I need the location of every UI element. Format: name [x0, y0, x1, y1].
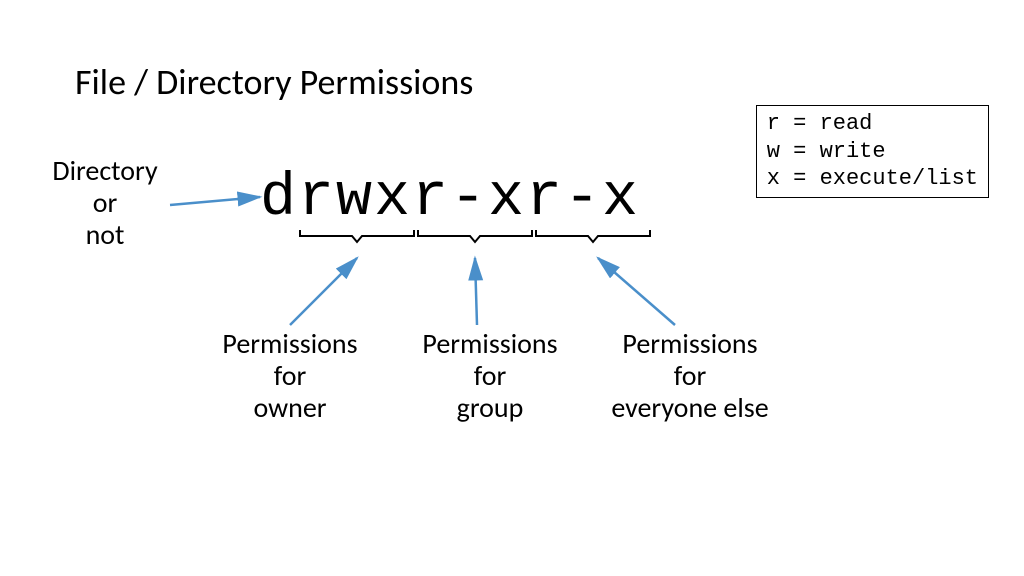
page-title: File / Directory Permissions: [75, 60, 473, 104]
directory-label: Directory or not: [40, 155, 170, 252]
label-group-line2: for: [400, 360, 580, 392]
label-everyone: Permissions for everyone else: [590, 328, 790, 425]
legend-box: r = read w = write x = execute/list: [756, 105, 989, 198]
label-owner-line1: Permissions: [200, 328, 380, 360]
permission-string: drwxr-xr-x: [260, 165, 640, 233]
label-group-line3: group: [400, 392, 580, 424]
brace-owner: [298, 228, 416, 246]
brace-group: [416, 228, 534, 246]
label-everyone-line3: everyone else: [590, 392, 790, 424]
arrow-directory-icon: [165, 185, 270, 215]
label-group: Permissions for group: [400, 328, 580, 425]
label-group-line1: Permissions: [400, 328, 580, 360]
label-owner-line2: for: [200, 360, 380, 392]
arrow-everyone-icon: [580, 250, 690, 330]
arrow-group-icon: [455, 250, 495, 330]
label-owner-line3: owner: [200, 392, 380, 424]
label-owner: Permissions for owner: [200, 328, 380, 425]
label-everyone-line2: for: [590, 360, 790, 392]
brace-everyone: [534, 228, 652, 246]
arrow-owner-icon: [275, 250, 375, 330]
legend-write: w = write: [767, 138, 978, 166]
directory-label-line1: Directory: [40, 155, 170, 187]
directory-label-line3: not: [40, 219, 170, 251]
legend-read: r = read: [767, 110, 978, 138]
label-everyone-line1: Permissions: [590, 328, 790, 360]
legend-execute: x = execute/list: [767, 165, 978, 193]
directory-label-line2: or: [40, 187, 170, 219]
